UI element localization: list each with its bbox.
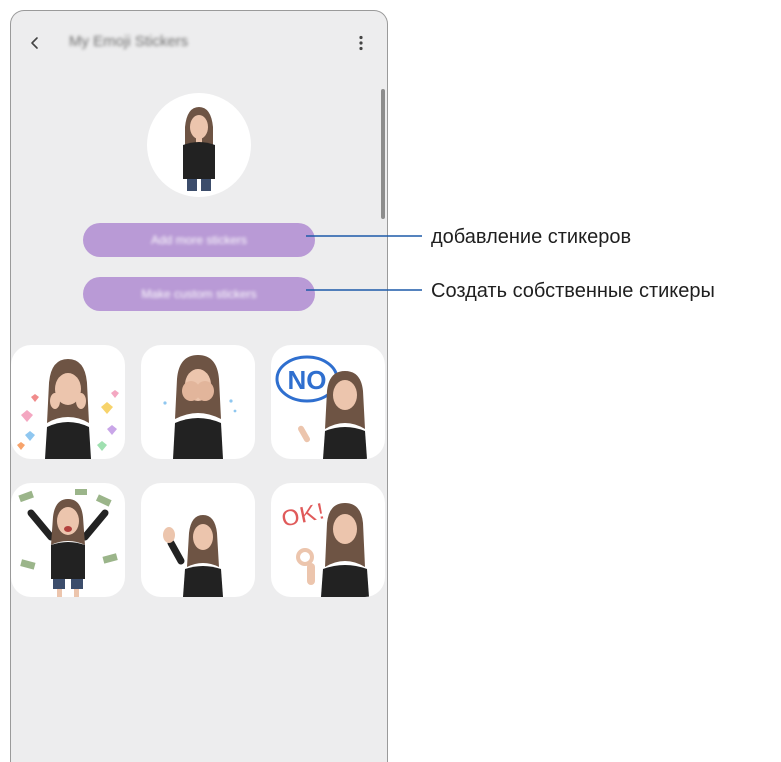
more-options-button[interactable] xyxy=(347,29,375,57)
avatar-figure xyxy=(183,107,215,191)
sticker-hearts-surprised[interactable] xyxy=(11,345,125,459)
make-custom-stickers-label: Make custom stickers xyxy=(141,287,257,301)
sticker-image xyxy=(163,355,237,459)
sticker-money-rain-celebrate[interactable] xyxy=(11,483,125,597)
sticker-face-palm[interactable] xyxy=(141,345,255,459)
phone-screen: My Emoji Stickers Add more stickers Make… xyxy=(10,10,388,762)
page-title: My Emoji Stickers xyxy=(69,33,189,50)
more-vertical-icon xyxy=(359,35,363,51)
sticker-image: NO xyxy=(275,355,367,459)
add-more-stickers-button[interactable]: Add more stickers xyxy=(83,223,315,257)
sticker-image xyxy=(17,359,119,459)
callout-custom-stickers: Создать собственные стикеры xyxy=(431,280,715,302)
chevron-left-icon xyxy=(31,37,38,49)
sticker-no-speech-bubble[interactable]: NO xyxy=(271,345,385,459)
sticker-image xyxy=(163,515,223,597)
avatar xyxy=(147,93,251,197)
sticker-grid: NO OK! xyxy=(11,345,387,597)
scrollbar[interactable] xyxy=(381,89,385,219)
sticker-image: OK! xyxy=(278,497,369,597)
sticker-wave-hello[interactable] xyxy=(141,483,255,597)
sticker-ok-gesture[interactable]: OK! xyxy=(271,483,385,597)
no-text: NO xyxy=(288,365,327,395)
sticker-image xyxy=(18,489,118,597)
callout-add-stickers: добавление стикеров xyxy=(431,226,632,248)
add-more-stickers-label: Add more stickers xyxy=(150,233,248,247)
app-bar: My Emoji Stickers xyxy=(11,11,387,71)
back-button[interactable] xyxy=(21,29,49,57)
make-custom-stickers-button[interactable]: Make custom stickers xyxy=(83,277,315,311)
ok-text: OK! xyxy=(279,498,328,534)
